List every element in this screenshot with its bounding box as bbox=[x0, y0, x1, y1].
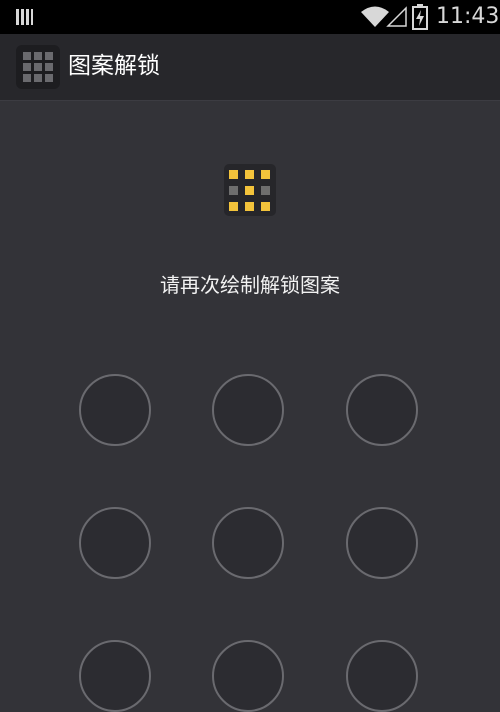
pattern-dot-8[interactable] bbox=[212, 640, 284, 712]
pattern-dot-1[interactable] bbox=[79, 374, 151, 446]
grid-icon[interactable] bbox=[16, 45, 60, 89]
pattern-dot-7[interactable] bbox=[79, 640, 151, 712]
pattern-dot-2[interactable] bbox=[212, 374, 284, 446]
pattern-dot-9[interactable] bbox=[346, 640, 418, 712]
pattern-dot-4[interactable] bbox=[79, 507, 151, 579]
status-time: 11:43 bbox=[436, 4, 500, 29]
page-title: 图案解锁 bbox=[68, 53, 160, 79]
signal-icon bbox=[386, 6, 407, 27]
pattern-dot-5[interactable] bbox=[212, 507, 284, 579]
pattern-dot-3[interactable] bbox=[346, 374, 418, 446]
pattern-prompt: 请再次绘制解锁图案 bbox=[160, 273, 340, 297]
sim-icon bbox=[16, 9, 33, 25]
pattern-preview-icon bbox=[224, 164, 276, 216]
action-bar: 图案解锁 bbox=[0, 34, 500, 101]
status-bar: 11:43 bbox=[0, 0, 500, 34]
pattern-dot-6[interactable] bbox=[346, 507, 418, 579]
battery-charging-icon bbox=[412, 4, 428, 30]
